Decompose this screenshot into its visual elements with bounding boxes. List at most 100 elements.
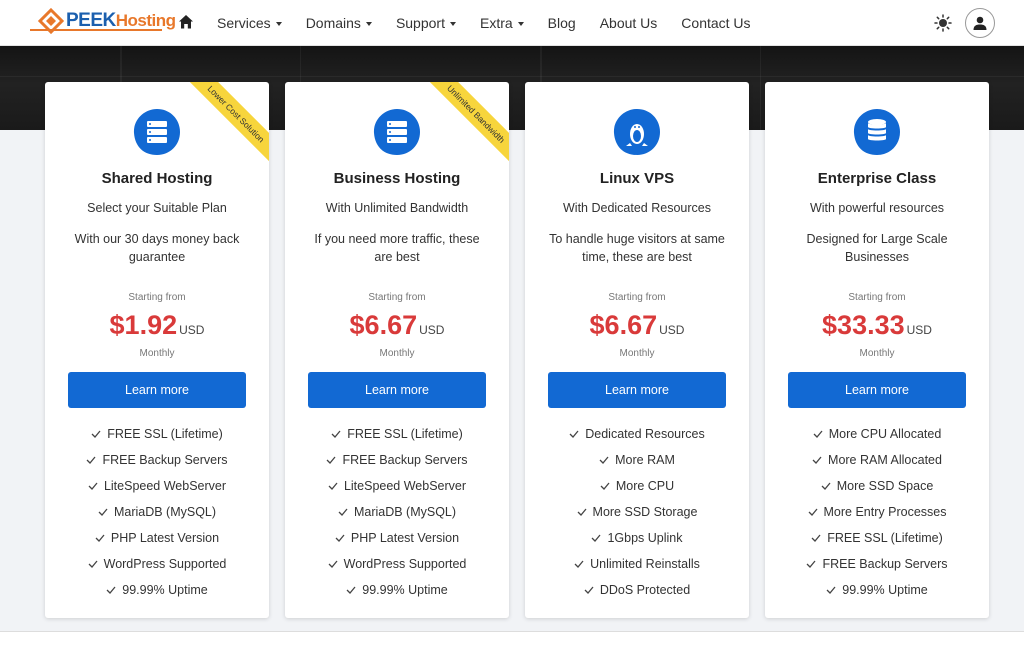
- server-icon: [133, 109, 180, 155]
- feature-item: PHP Latest Version: [45, 525, 269, 551]
- plan-title: Shared Hosting: [101, 170, 213, 187]
- check-icon: [338, 508, 348, 516]
- feature-label: FREE SSL (Lifetime): [347, 427, 463, 441]
- feature-label: More CPU Allocated: [828, 427, 942, 441]
- navbar: PEEKHosting Services Domains Support Extra B…: [0, 0, 1024, 46]
- check-icon: [574, 560, 584, 568]
- bottom-strip: [0, 631, 1024, 647]
- feature-item: DDoS Protected: [525, 577, 749, 603]
- feature-item: 99.99% Uptime: [285, 577, 509, 603]
- logo-underline: [30, 29, 162, 31]
- feature-label: DDoS Protected: [599, 583, 691, 597]
- feature-item: FREE SSL (Lifetime): [45, 421, 269, 447]
- nav-services[interactable]: Services: [217, 15, 282, 31]
- home-icon[interactable]: [178, 14, 194, 30]
- plan-price: $1.92: [109, 310, 178, 340]
- plan-description: With our 30 days money back guarantee: [74, 232, 240, 264]
- plan-price: $6.67: [349, 310, 418, 340]
- plan-card-4: Enterprise Class With powerful resources D…: [765, 82, 989, 618]
- feature-label: 1Gbps Uplink: [607, 531, 683, 545]
- logo-hosting: Hosting: [115, 11, 176, 30]
- feature-item: More CPU Allocated: [765, 421, 989, 447]
- feature-item: WordPress Supported: [285, 551, 509, 577]
- feature-label: MariaDB (MySQL): [353, 505, 457, 519]
- user-icon: [973, 16, 987, 30]
- feature-label: WordPress Supported: [343, 557, 467, 571]
- nav-label: Contact Us: [681, 15, 751, 31]
- caret-down-icon: [517, 22, 524, 26]
- plan-subtitle: With Unlimited Bandwidth: [325, 201, 469, 215]
- feature-label: More Entry Processes: [823, 505, 947, 519]
- plan-description: Designed for Large Scale Businesses: [806, 232, 948, 264]
- nav-support[interactable]: Support: [396, 15, 456, 31]
- price-row: $1.92 USD: [45, 310, 269, 341]
- price-row: $33.33 USD: [765, 310, 989, 341]
- nav-contact-us[interactable]: Contact Us: [681, 15, 750, 31]
- billing-period: Monthly: [619, 348, 655, 359]
- check-icon: [826, 586, 836, 594]
- sun-icon[interactable]: [934, 14, 952, 32]
- feature-label: More RAM: [615, 453, 675, 467]
- feature-item: More RAM: [525, 447, 749, 473]
- plan-card-1: Lower Cost Solution Shared Hosting Select …: [45, 82, 269, 618]
- nav-blog[interactable]: Blog: [548, 15, 576, 31]
- feature-label: FREE Backup Servers: [822, 557, 948, 571]
- feature-item: FREE SSL (Lifetime): [765, 525, 989, 551]
- logo-peek: PEEK: [66, 10, 116, 31]
- feature-item: FREE Backup Servers: [285, 447, 509, 473]
- check-icon: [812, 456, 822, 464]
- main-menu: Services Domains Support Extra Blog About Us C…: [217, 0, 775, 46]
- feature-label: More CPU: [615, 479, 675, 493]
- feature-item: More CPU: [525, 473, 749, 499]
- plan-description: If you need more traffic, these are best: [314, 232, 480, 264]
- starting-label: Starting from: [848, 292, 906, 303]
- nav-about-us[interactable]: About Us: [600, 15, 658, 31]
- check-icon: [91, 430, 101, 438]
- feature-label: PHP Latest Version: [350, 531, 460, 545]
- check-icon: [95, 534, 105, 542]
- plan-subtitle: With powerful resources: [809, 201, 945, 215]
- check-icon: [328, 560, 338, 568]
- account-button[interactable]: [965, 8, 995, 38]
- feature-item: More SSD Space: [765, 473, 989, 499]
- check-icon: [808, 508, 818, 516]
- plan-currency: USD: [659, 323, 685, 337]
- plan-currency: USD: [906, 323, 932, 337]
- feature-label: MariaDB (MySQL): [113, 505, 217, 519]
- check-icon: [88, 560, 98, 568]
- nav-label: Support: [395, 15, 445, 31]
- nav-extra[interactable]: Extra: [480, 15, 524, 31]
- check-icon: [813, 430, 823, 438]
- learn-more-button[interactable]: Learn more: [308, 372, 486, 408]
- feature-label: FREE SSL (Lifetime): [827, 531, 943, 545]
- feature-item: Dedicated Resources: [525, 421, 749, 447]
- learn-more-button[interactable]: Learn more: [548, 372, 726, 408]
- feature-list: More CPU Allocated More RAM Allocated More…: [765, 421, 989, 603]
- check-icon: [600, 482, 610, 490]
- caret-down-icon: [449, 22, 456, 26]
- plan-price: $33.33: [822, 310, 905, 340]
- check-icon: [106, 586, 116, 594]
- feature-label: More SSD Storage: [592, 505, 698, 519]
- feature-label: PHP Latest Version: [110, 531, 220, 545]
- check-icon: [592, 534, 601, 542]
- plan-currency: USD: [179, 323, 205, 337]
- learn-more-button[interactable]: Learn more: [788, 372, 966, 408]
- learn-more-button[interactable]: Learn more: [68, 372, 246, 408]
- starting-label: Starting from: [368, 292, 426, 303]
- feature-item: 99.99% Uptime: [765, 577, 989, 603]
- nav-domains[interactable]: Domains: [306, 15, 372, 31]
- plan-currency: USD: [419, 323, 445, 337]
- feature-item: LiteSpeed WebServer: [45, 473, 269, 499]
- feature-item: More Entry Processes: [765, 499, 989, 525]
- check-icon: [98, 508, 108, 516]
- ribbon-badge: Lower Cost Solution: [182, 82, 269, 168]
- feature-label: 99.99% Uptime: [842, 583, 928, 597]
- check-icon: [584, 586, 594, 594]
- plan-title: Linux VPS: [599, 170, 675, 187]
- check-icon: [87, 456, 96, 464]
- check-icon: [807, 560, 816, 568]
- feature-label: WordPress Supported: [103, 557, 227, 571]
- billing-period: Monthly: [139, 348, 175, 359]
- feature-item: 99.99% Uptime: [45, 577, 269, 603]
